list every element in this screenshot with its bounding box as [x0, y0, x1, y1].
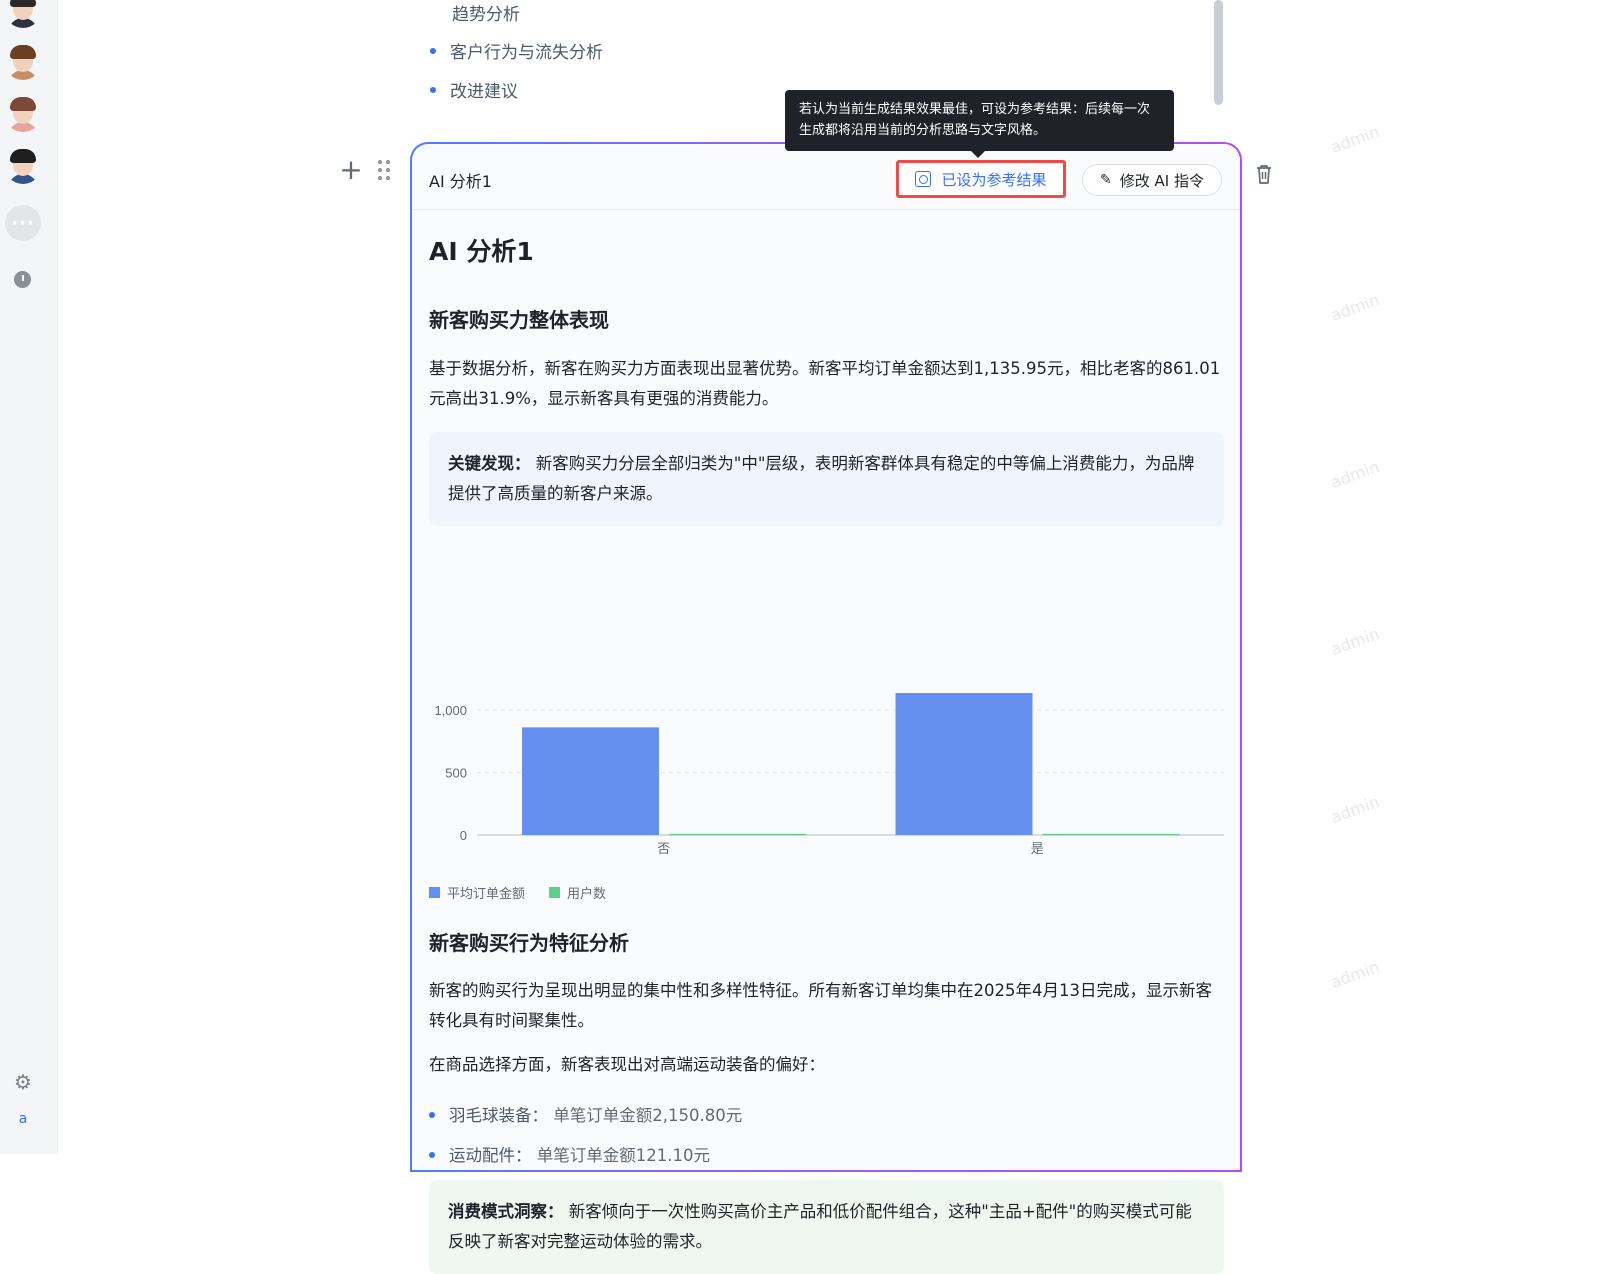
- watermark: admin: [1328, 791, 1382, 828]
- x-tick-label: 是: [1031, 841, 1044, 856]
- section-heading: 新客购买行为特征分析: [429, 931, 629, 955]
- set-as-reference-button[interactable]: 已设为参考结果: [896, 160, 1066, 198]
- chart-legend: 平均订单金额 用户数: [429, 883, 630, 902]
- analysis-title: AI 分析1: [429, 237, 534, 266]
- block-header: AI 分析1 已设为参考结果 ✎ 修改 AI 指令: [412, 144, 1240, 210]
- block-tools: +: [338, 156, 392, 184]
- list-item: 羽毛球装备： 单笔订单金额2,150.80元: [429, 1102, 742, 1126]
- collaborator-avatar[interactable]: [4, 0, 42, 28]
- add-block-plus-icon[interactable]: +: [338, 156, 364, 184]
- reference-icon: [915, 171, 932, 187]
- bar-user-count: [1042, 833, 1180, 836]
- delete-trash-icon[interactable]: [1254, 163, 1274, 185]
- bullet-dot: [430, 48, 436, 54]
- legend-swatch: [549, 887, 561, 898]
- bullet-dot: [429, 1112, 435, 1118]
- history-clock-icon[interactable]: [14, 271, 31, 288]
- collaborator-avatar[interactable]: [4, 146, 42, 184]
- collaborator-avatar[interactable]: [4, 42, 42, 80]
- bar-chart-svg: 0 500 1,000 否 是: [434, 693, 1224, 856]
- outline-sub-item: 趋势分析: [452, 5, 520, 25]
- block-label: AI 分析1: [429, 172, 492, 191]
- section-paragraph: 基于数据分析，新客在购买力方面表现出显著优势。新客平均订单金额达到1,135.9…: [429, 359, 1221, 408]
- watermark: admin: [1328, 956, 1382, 993]
- left-sidebar: ··· ⚙ a: [0, 0, 58, 1154]
- drag-handle-icon[interactable]: [378, 160, 392, 182]
- watermark: admin: [1328, 623, 1382, 660]
- section-heading: 新客购买力整体表现: [429, 308, 609, 332]
- outline-item: 改进建议: [430, 77, 518, 102]
- edit-ai-instruction-button[interactable]: ✎ 修改 AI 指令: [1082, 164, 1222, 196]
- list-item: 运动配件： 单笔订单金额121.10元: [429, 1142, 710, 1166]
- ai-analysis-block: AI 分析1 已设为参考结果 ✎ 修改 AI 指令 AI 分析1 新客购买力整体…: [410, 142, 1242, 1274]
- legend-item[interactable]: 用户数: [549, 883, 606, 902]
- x-tick-label: 否: [657, 841, 670, 856]
- user-avatar[interactable]: a: [10, 1106, 36, 1132]
- outline-item: 客户行为与流失分析: [430, 38, 603, 63]
- collaborator-avatar[interactable]: [4, 94, 42, 132]
- y-tick-label: 500: [445, 766, 467, 781]
- watermark: admin: [1328, 456, 1382, 493]
- gear-icon[interactable]: ⚙: [12, 1070, 34, 1094]
- bar-avg-order-amount: [895, 693, 1033, 835]
- section-paragraph: 在商品选择方面，新客表现出对高端运动装备的偏好：: [429, 1055, 825, 1074]
- more-collaborators-button[interactable]: ···: [5, 205, 41, 241]
- bar-avg-order-amount: [522, 727, 659, 835]
- bar-user-count: [669, 833, 806, 836]
- watermark: admin: [1328, 289, 1382, 326]
- legend-swatch: [429, 887, 440, 898]
- watermark: admin: [1328, 121, 1382, 158]
- reference-tooltip: 若认为当前生成结果效果最佳，可设为参考结果：后续每一次生成都将沿用当前的分析思路…: [785, 90, 1174, 158]
- bar-chart: 0 500 1,000 否 是 平均订单金额 用户数: [429, 675, 1224, 902]
- bullet-dot: [429, 1152, 435, 1158]
- bullet-dot: [430, 87, 436, 93]
- legend-item[interactable]: 平均订单金额: [429, 883, 525, 902]
- y-tick-label: 1,000: [434, 703, 467, 718]
- magic-wand-icon: ✎: [1100, 172, 1112, 188]
- scrollbar-thumb[interactable]: [1214, 0, 1223, 105]
- section-paragraph: 新客的购买行为呈现出明显的集中性和多样性特征。所有新客订单均集中在2025年4月…: [429, 981, 1212, 1030]
- consumption-insight-callout: 消费模式洞察： 新客倾向于一次性购买高价主产品和低价配件组合，这种"主品+配件"…: [429, 1180, 1224, 1274]
- key-finding-callout: 关键发现： 新客购买力分层全部归类为"中"层级，表明新客群体具有稳定的中等偏上消…: [429, 432, 1224, 526]
- y-tick-label: 0: [460, 828, 467, 843]
